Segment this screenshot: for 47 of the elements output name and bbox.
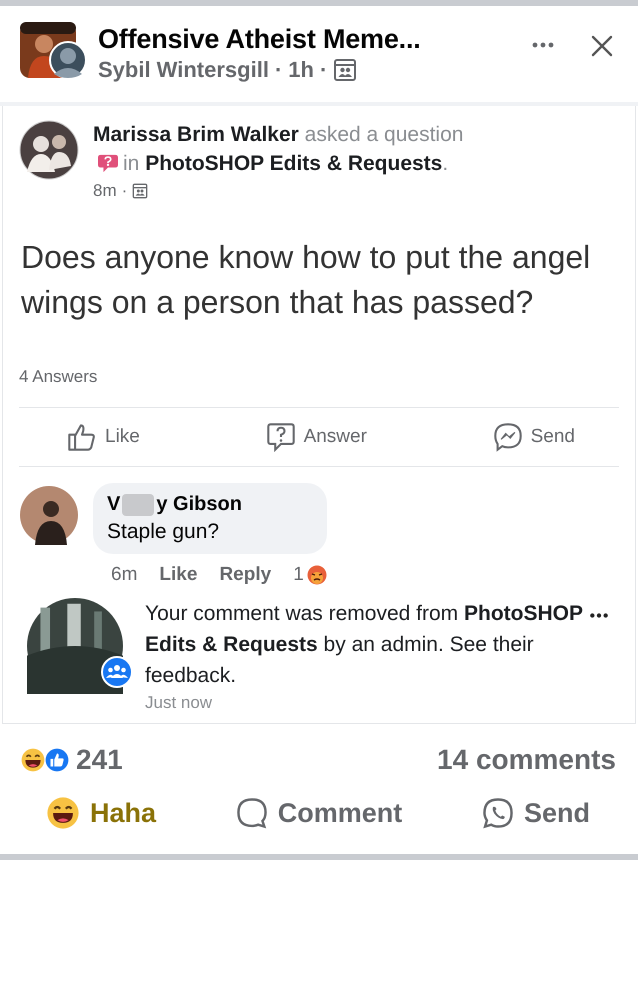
post-time[interactable]: 8m — [93, 181, 117, 201]
question-icon — [97, 153, 119, 173]
comment-time: 6m — [111, 564, 138, 586]
blurred-name — [122, 494, 154, 516]
profile-avatar[interactable] — [19, 120, 79, 180]
post-time[interactable]: 1h — [288, 56, 314, 82]
action-button[interactable]: Haha — [46, 790, 156, 836]
action-button[interactable]: Like — [67, 418, 140, 456]
group-link[interactable]: in PhotoSHOP Edits & Requests. — [123, 152, 448, 175]
comment-text: Staple gun? — [107, 520, 220, 544]
like-link[interactable]: Like — [159, 564, 198, 586]
post-intro: Marissa Brim Walker asked a question — [93, 123, 464, 146]
group-badge-icon — [101, 656, 133, 688]
question-text: Does anyone know how to put the angel wings on a person that has passed? — [21, 238, 592, 322]
question-icon — [266, 422, 296, 452]
notice-time: Just now — [145, 693, 214, 713]
thumbs-up-icon — [67, 422, 97, 452]
more-icon[interactable] — [589, 612, 609, 619]
group-icon — [333, 58, 358, 82]
group-avatar[interactable] — [20, 22, 86, 80]
separator: · — [274, 56, 282, 82]
author-name[interactable]: Sybil Wintersgill — [98, 56, 269, 82]
haha-emoji-icon — [46, 796, 80, 830]
separator: · — [122, 181, 128, 201]
profile-avatar[interactable] — [19, 485, 79, 545]
group-name[interactable]: Offensive Atheist Meme... — [98, 24, 530, 54]
action-button[interactable]: Comment — [236, 790, 402, 836]
comments-count[interactable]: 14 comments — [437, 744, 616, 776]
reaction-count[interactable]: 1 — [293, 564, 304, 586]
haha-emoji-icon — [20, 747, 46, 773]
action-button[interactable]: Answer — [266, 418, 367, 456]
comment-icon — [236, 797, 268, 829]
whatsapp-icon — [482, 797, 514, 829]
action-button[interactable]: Send — [482, 790, 590, 836]
commenter-name[interactable]: V — [107, 493, 120, 516]
answers-count[interactable]: 4 Answers — [19, 367, 619, 387]
reaction-count[interactable]: 241 — [76, 744, 123, 776]
separator: · — [320, 56, 328, 82]
removal-notice: Your comment was removed from PhotoSHOP Edits & Requests by an admin. See their feedback. — [145, 601, 584, 689]
reply-link[interactable]: Reply — [219, 564, 272, 586]
like-emoji-icon — [44, 747, 70, 773]
group-icon — [132, 183, 148, 199]
angry-emoji-icon — [306, 565, 327, 585]
close-icon[interactable] — [590, 34, 614, 58]
commenter-name[interactable]: y Gibson — [156, 493, 242, 516]
messenger-icon — [492, 422, 523, 452]
action-button[interactable]: Send — [492, 418, 575, 456]
